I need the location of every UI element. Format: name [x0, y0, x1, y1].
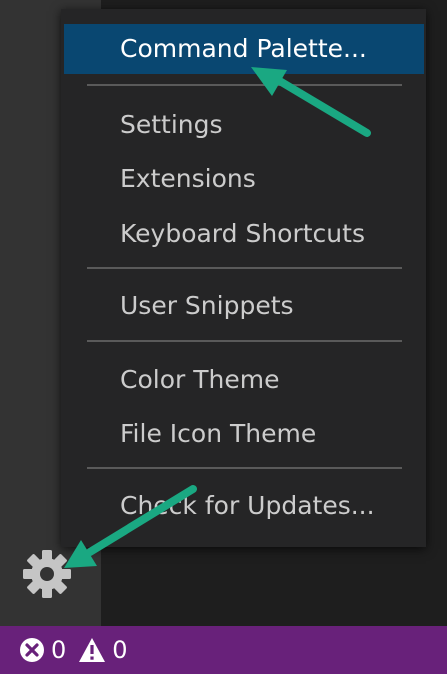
menu-item-label: File Icon Theme [120, 419, 317, 448]
menu-item-check-for-updates[interactable]: Check for Updates... [64, 481, 424, 531]
menu-item-label: User Snippets [120, 291, 294, 320]
menu-item-label: Command Palette... [120, 34, 367, 63]
status-bar: 0 0 [0, 626, 447, 674]
warning-triangle-icon [78, 637, 106, 663]
manage-menu: Command Palette... Settings Extensions K… [61, 9, 426, 547]
menu-item-label: Settings [120, 110, 223, 139]
problems-status[interactable]: 0 0 [19, 626, 128, 674]
menu-separator [87, 467, 402, 469]
menu-item-command-palette[interactable]: Command Palette... [64, 24, 424, 74]
menu-item-label: Keyboard Shortcuts [120, 219, 365, 248]
warning-count: 0 [112, 636, 128, 664]
menu-item-extensions[interactable]: Extensions [64, 154, 424, 204]
menu-item-label: Color Theme [120, 365, 280, 394]
menu-item-color-theme[interactable]: Color Theme [64, 355, 424, 405]
menu-separator [87, 267, 402, 269]
menu-item-settings[interactable]: Settings [64, 100, 424, 150]
menu-item-user-snippets[interactable]: User Snippets [64, 281, 424, 331]
menu-item-label: Extensions [120, 164, 256, 193]
menu-item-file-icon-theme[interactable]: File Icon Theme [64, 409, 424, 459]
gear-icon[interactable] [21, 548, 73, 600]
menu-separator [87, 84, 402, 86]
error-count: 0 [51, 636, 67, 664]
menu-item-keyboard-shortcuts[interactable]: Keyboard Shortcuts [64, 209, 424, 259]
menu-item-label: Check for Updates... [120, 491, 375, 520]
error-circle-icon [19, 637, 45, 663]
menu-separator [87, 340, 402, 342]
